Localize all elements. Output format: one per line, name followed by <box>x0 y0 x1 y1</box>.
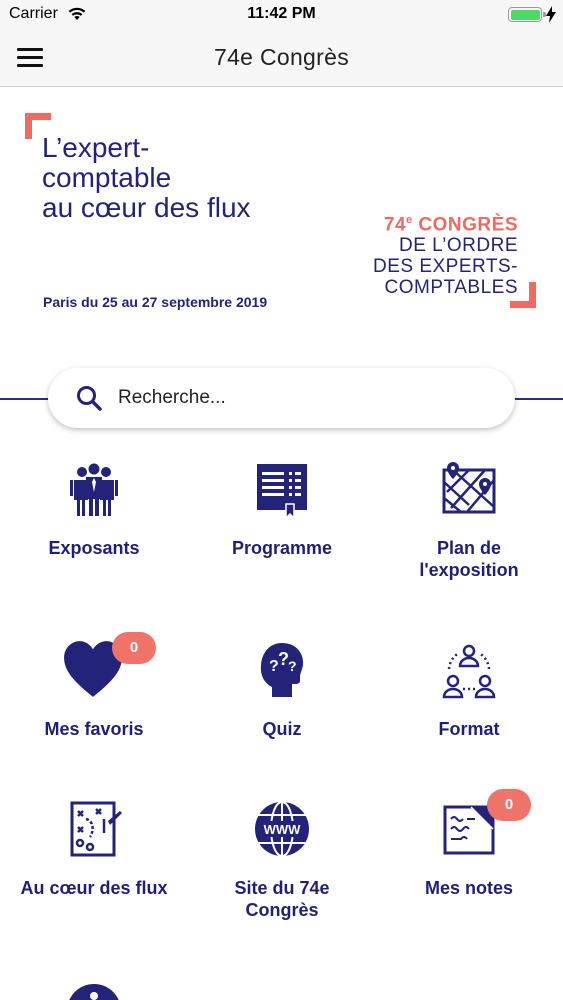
tile-quiz[interactable]: ? ? ? Quiz <box>188 635 376 775</box>
tile-mes-favoris[interactable]: 0 Mes favoris <box>0 632 188 775</box>
program-book-icon <box>257 464 307 520</box>
svg-text:WWW: WWW <box>264 822 302 837</box>
navigation-bar: 74e Congrès <box>0 30 563 87</box>
congress-title-block: 74e CONGRÈS DE L’ORDRE DES EXPERTS- COMP… <box>373 210 518 298</box>
people-icon <box>70 463 118 516</box>
congress-number-line: 74e CONGRÈS <box>373 210 518 235</box>
tile-label: Programme <box>231 538 333 558</box>
tile-label-line: Site du 74e <box>234 878 330 898</box>
congress-dates: Paris du 25 au 27 septembre 2019 <box>43 294 268 310</box>
tile-exposants[interactable]: Exposants <box>0 455 188 595</box>
congress-line: DE L’ORDRE <box>398 235 518 257</box>
status-time: 11:42 PM <box>247 5 316 22</box>
quiz-head-icon: ? ? ? <box>260 643 304 697</box>
status-bar: Carrier 11:42 PM <box>0 0 563 30</box>
charging-bolt-icon <box>546 6 556 23</box>
tile-label-line: l'exposition <box>419 560 519 580</box>
favorites-count-badge: 0 <box>112 632 156 664</box>
battery-icon <box>508 7 546 22</box>
tile-site-74e-congres[interactable]: WWW Site du 74e Congrès <box>188 795 376 935</box>
map-icon <box>442 462 496 514</box>
www-globe-icon: WWW <box>255 801 309 857</box>
tagline-line: L’expert- <box>42 132 150 163</box>
tile-label: Quiz <box>262 719 302 739</box>
banner-tagline: L’expert- comptable au cœur des flux <box>42 133 251 223</box>
tile-info[interactable] <box>0 975 188 1000</box>
notes-count-badge: 0 <box>487 789 531 821</box>
info-icon <box>69 984 119 1000</box>
corner-bracket-bottom-right <box>510 282 536 308</box>
tile-label: Mes notes <box>424 878 514 898</box>
page-title: 74e Congrès <box>214 44 349 70</box>
tile-au-coeur-des-flux[interactable]: Au cœur des flux <box>0 795 188 935</box>
search-placeholder: Recherche... <box>118 387 226 408</box>
tile-label: Mes favoris <box>44 719 144 739</box>
tile-label: Plan de l'exposition <box>375 537 563 581</box>
tagline-line: comptable <box>42 162 172 193</box>
tagline-line: au cœur des flux <box>42 192 251 223</box>
tile-plan-exposition[interactable]: Plan de l'exposition <box>375 455 563 595</box>
tile-label: Exposants <box>48 538 140 558</box>
congress-line: COMPTABLES <box>384 277 518 299</box>
svg-text:?: ? <box>288 658 297 674</box>
tile-label: Site du 74e Congrès <box>188 877 376 921</box>
search-icon <box>77 386 102 411</box>
tile-mes-notes[interactable]: 0 Mes notes <box>375 789 563 935</box>
tile-label-line: Plan de <box>436 538 502 558</box>
congress-line: DES EXPERTS- <box>372 256 518 278</box>
tile-label: Format <box>438 719 500 739</box>
tile-label: Au cœur des flux <box>20 878 168 898</box>
strategy-icon <box>70 801 122 857</box>
congress-number: 74 <box>383 214 407 236</box>
search-input[interactable]: Recherche... <box>48 368 515 428</box>
tile-format[interactable]: Format <box>375 635 563 775</box>
congress-number-suffix: e <box>406 214 413 226</box>
congress-banner: L’expert- comptable au cœur des flux 74e… <box>0 88 563 338</box>
group-icon <box>442 644 496 699</box>
tile-label-line: Congrès <box>245 900 319 920</box>
congress-word: CONGRÈS <box>418 214 518 236</box>
tile-programme[interactable]: Programme <box>188 455 376 595</box>
